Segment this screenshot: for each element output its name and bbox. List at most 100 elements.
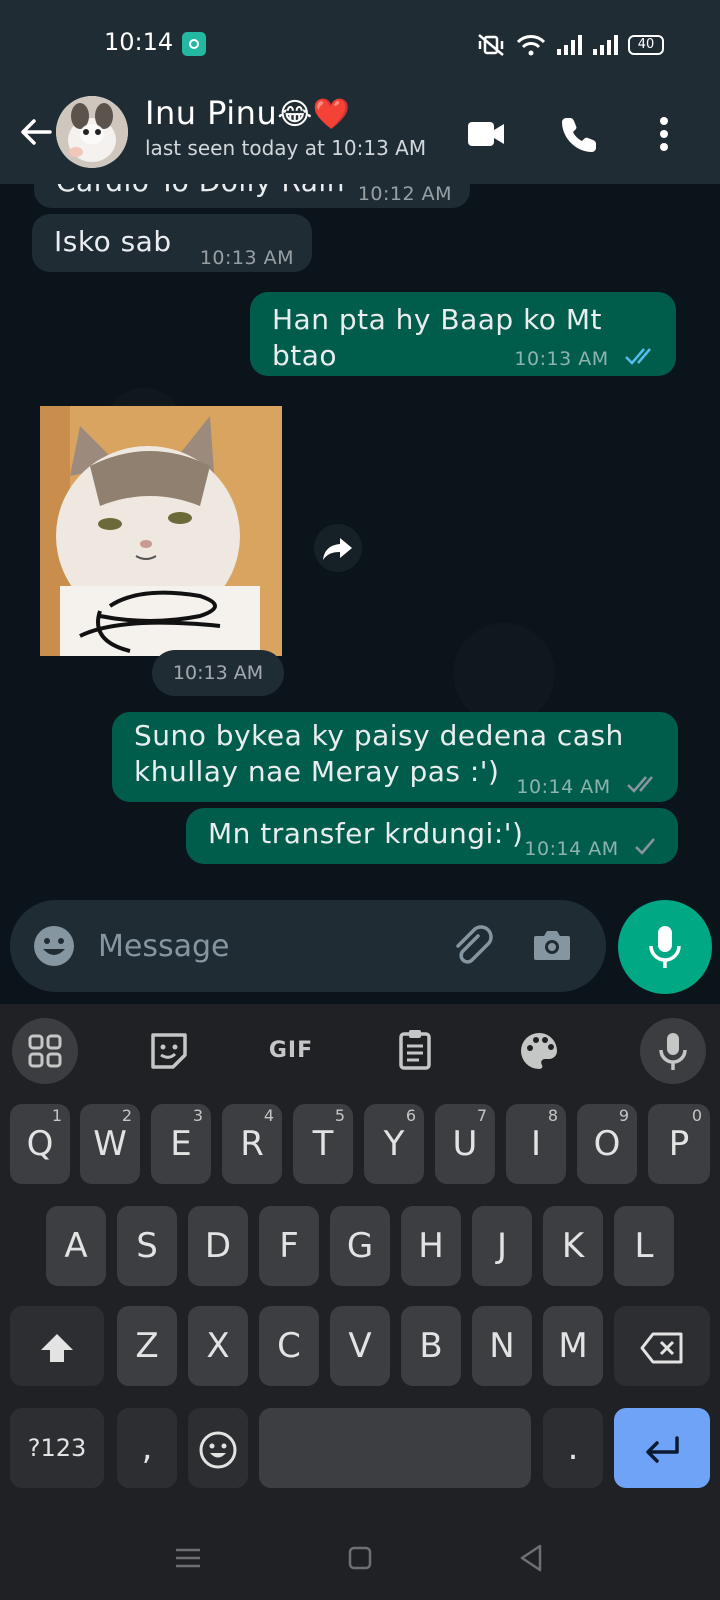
- enter-icon: [646, 1435, 679, 1463]
- message-bubble-outgoing[interactable]: Mn transfer krdungi:') 10:14 AM: [186, 808, 678, 864]
- paperclip-icon[interactable]: [448, 922, 496, 970]
- enter-key[interactable]: [614, 1408, 710, 1488]
- key-l[interactable]: L: [614, 1206, 674, 1286]
- status-bar: 10:14 40: [0, 0, 720, 88]
- backspace-icon: [640, 1332, 683, 1363]
- period-key[interactable]: .: [543, 1408, 603, 1488]
- message-bubble-outgoing[interactable]: Han pta hy Baap ko Mt btao 10:13 AM: [250, 292, 676, 376]
- signal-icon-2: [593, 35, 618, 55]
- comma-key[interactable]: ,: [117, 1408, 177, 1488]
- backspace-key[interactable]: [614, 1306, 710, 1386]
- message-meta: 10:13 AM: [514, 338, 658, 377]
- key-g[interactable]: G: [330, 1206, 390, 1286]
- apps-grid-button[interactable]: [12, 1018, 78, 1084]
- voice-record-button[interactable]: [618, 900, 712, 994]
- vibrate-mute-icon: [478, 34, 504, 56]
- back-triangle-icon[interactable]: [508, 1534, 556, 1582]
- message-time: 10:13 AM: [199, 247, 294, 269]
- emoji-key[interactable]: [188, 1408, 248, 1488]
- avatar[interactable]: [56, 96, 128, 168]
- whatsapp-chat-screen: 10:14 40 Inu Pinu😂❤️ last seen today at …: [0, 0, 720, 1600]
- voice-typing-button[interactable]: [640, 1018, 706, 1084]
- key-q[interactable]: Q1: [10, 1104, 70, 1184]
- shift-icon: [41, 1333, 73, 1362]
- chat-header: Inu Pinu😂❤️ last seen today at 10:13 AM: [0, 88, 720, 184]
- microphone-icon: [659, 1033, 687, 1070]
- forward-button[interactable]: [314, 524, 362, 572]
- battery-icon: 40: [628, 35, 664, 55]
- app-notification-icon: [182, 32, 206, 56]
- key-y[interactable]: Y6: [364, 1104, 424, 1184]
- message-time: 10:14 AM: [524, 838, 619, 860]
- key-s[interactable]: S: [117, 1206, 177, 1286]
- message-bubble-incoming[interactable]: Isko sab 10:13 AM: [32, 214, 312, 272]
- emoji-icon[interactable]: [30, 922, 78, 970]
- gif-button[interactable]: GIF: [258, 1018, 324, 1084]
- system-nav-bar: [0, 1524, 720, 1596]
- contact-name[interactable]: Inu Pinu😂❤️: [145, 94, 351, 132]
- key-a[interactable]: A: [46, 1206, 106, 1286]
- key-m[interactable]: M: [543, 1306, 603, 1386]
- emoji-icon: [199, 1431, 237, 1468]
- key-r[interactable]: R4: [222, 1104, 282, 1184]
- status-time: 10:14: [104, 28, 174, 56]
- sticker-button[interactable]: [136, 1018, 202, 1084]
- key-v[interactable]: V: [330, 1306, 390, 1386]
- message-time: 10:14 AM: [516, 776, 611, 798]
- theme-button[interactable]: [506, 1018, 572, 1084]
- last-seen-status: last seen today at 10:13 AM: [145, 136, 427, 160]
- microphone-icon: [649, 926, 681, 968]
- keyboard: GIF Q 1 W 2 E 3 R 4 T 5 Y 6 U 7 I 8 O 9 …: [0, 1004, 720, 1600]
- message-bubble-outgoing[interactable]: Suno bykea ky paisy dedena cash khullay …: [112, 712, 678, 802]
- image-message[interactable]: [40, 406, 282, 656]
- delivered-tick-icon: [627, 776, 653, 793]
- message-bubble-incoming[interactable]: Cardio To Dolly Rain 10:12 AM: [34, 184, 470, 208]
- status-icons: 40: [476, 32, 664, 58]
- phone-icon[interactable]: [556, 110, 604, 158]
- home-icon[interactable]: [336, 1534, 384, 1582]
- contact-name-text: Inu Pinu: [145, 94, 278, 132]
- key-e[interactable]: E3: [151, 1104, 211, 1184]
- clipboard-button[interactable]: [382, 1018, 448, 1084]
- message-text: Isko sab: [54, 225, 172, 258]
- message-text: Mn transfer krdungi:'): [208, 817, 524, 850]
- message-meta: 10:14 AM: [524, 828, 660, 867]
- key-z[interactable]: Z: [117, 1306, 177, 1386]
- key-n[interactable]: N: [472, 1306, 532, 1386]
- key-k[interactable]: K: [543, 1206, 603, 1286]
- clipboard-icon: [399, 1030, 431, 1070]
- arrow-left-icon[interactable]: [14, 110, 58, 154]
- forward-icon: [323, 538, 352, 560]
- key-d[interactable]: D: [188, 1206, 248, 1286]
- sticker-icon: [151, 1033, 187, 1069]
- menu-icon[interactable]: [164, 1534, 212, 1582]
- palette-icon: [521, 1033, 557, 1069]
- signal-icon: [557, 35, 582, 55]
- message-list[interactable]: Cardio To Dolly Rain 10:12 AM Isko sab 1…: [0, 184, 720, 1000]
- contact-emoji: 😂❤️: [277, 97, 351, 132]
- key-o[interactable]: O9: [577, 1104, 637, 1184]
- message-input[interactable]: [98, 920, 418, 972]
- key-f[interactable]: F: [259, 1206, 319, 1286]
- key-c[interactable]: C: [259, 1306, 319, 1386]
- key-t[interactable]: T5: [293, 1104, 353, 1184]
- key-p[interactable]: P0: [648, 1104, 710, 1184]
- key-u[interactable]: U7: [435, 1104, 495, 1184]
- symbols-key[interactable]: ?123: [10, 1408, 104, 1488]
- video-call-icon[interactable]: [462, 110, 510, 158]
- camera-icon[interactable]: [528, 922, 576, 970]
- key-x[interactable]: X: [188, 1306, 248, 1386]
- key-w[interactable]: W2: [80, 1104, 140, 1184]
- grid-icon: [28, 1034, 62, 1068]
- key-b[interactable]: B: [401, 1306, 461, 1386]
- more-vertical-icon[interactable]: [640, 110, 688, 158]
- message-time: 10:13 AM: [514, 348, 609, 370]
- shift-key[interactable]: [10, 1306, 104, 1386]
- key-j[interactable]: J: [472, 1206, 532, 1286]
- key-h[interactable]: H: [401, 1206, 461, 1286]
- message-text: Cardio To Dolly Rain: [56, 184, 345, 198]
- space-key[interactable]: [259, 1408, 531, 1488]
- keyboard-toolbar: GIF: [0, 1004, 720, 1096]
- key-i[interactable]: I8: [506, 1104, 566, 1184]
- image-time: 10:13 AM: [152, 650, 284, 696]
